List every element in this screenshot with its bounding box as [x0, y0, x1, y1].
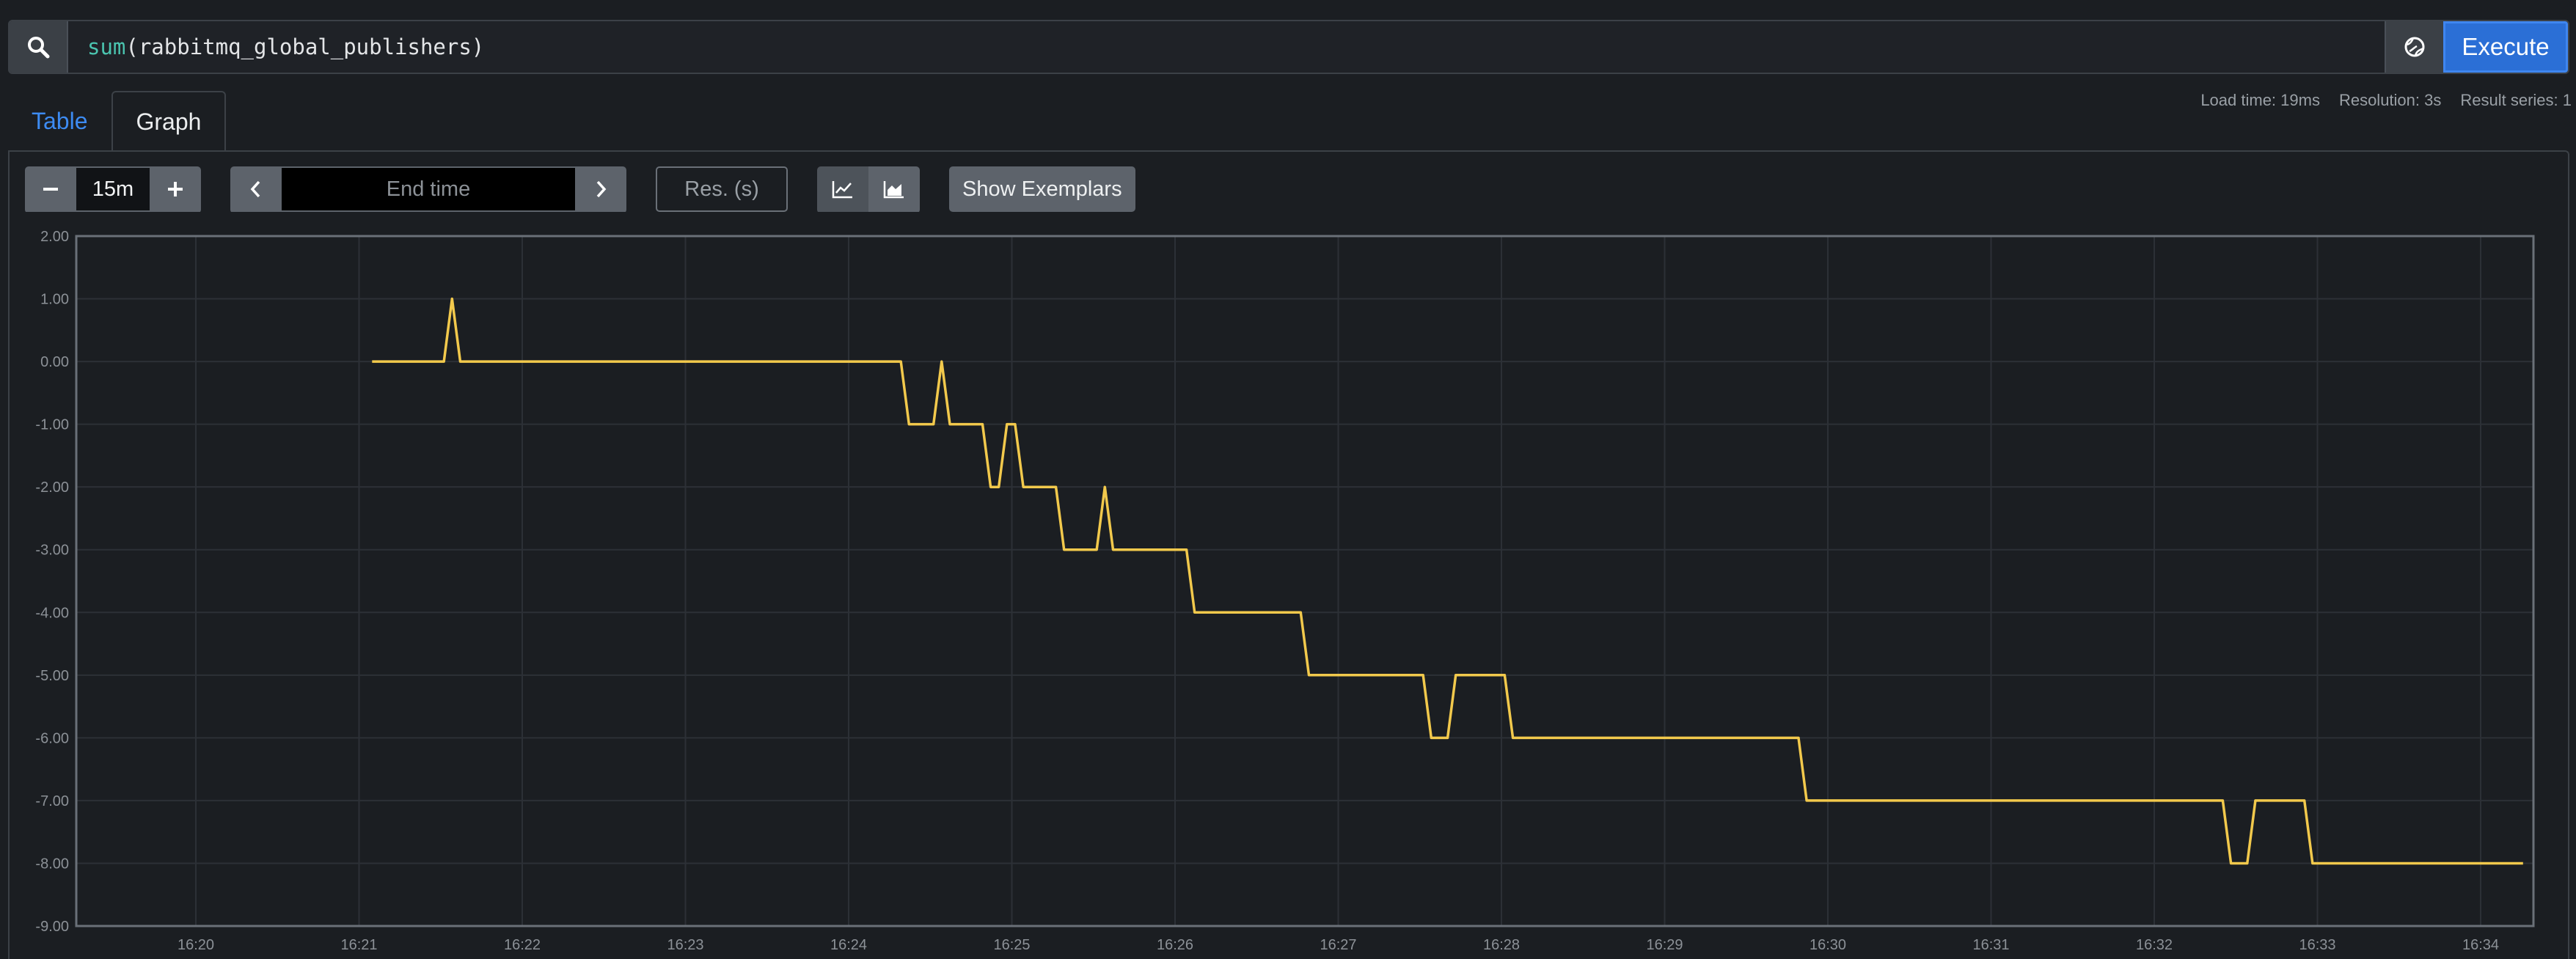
series-line	[372, 297, 2523, 865]
y-tick-label: -3.00	[35, 543, 69, 559]
x-tick-label: 16:25	[993, 937, 1030, 953]
y-tick-label: -5.00	[35, 668, 69, 684]
x-tick-label: 16:24	[830, 937, 867, 953]
y-tick-label: -9.00	[35, 919, 69, 935]
y-tick-label: -4.00	[35, 605, 69, 621]
x-tick-label: 16:23	[667, 937, 703, 953]
x-tick-label: 16:26	[1157, 937, 1193, 953]
y-tick-label: -6.00	[35, 730, 69, 746]
x-tick-label: 16:21	[340, 937, 377, 953]
x-tick-label: 16:28	[1483, 937, 1520, 953]
x-tick-label: 16:31	[1972, 937, 2009, 953]
y-tick-label: 0.00	[40, 354, 69, 370]
y-tick-label: -1.00	[35, 417, 69, 433]
x-tick-label: 16:33	[2299, 937, 2335, 953]
graph-chart: 2.00 1.00 0.00 -1.00 -2.00 -3.00 -4.00 -5.00 -6.…	[35, 229, 2535, 953]
x-tick-label: 16:30	[1810, 937, 1846, 953]
y-tick-label: 1.00	[40, 292, 69, 308]
y-tick-label: 2.00	[40, 229, 69, 245]
y-tick-label: -8.00	[35, 856, 69, 872]
x-tick-label: 16:32	[2136, 937, 2173, 953]
x-tick-label: 16:34	[2462, 937, 2499, 953]
x-tick-label: 16:20	[178, 937, 214, 953]
x-tick-label: 16:22	[504, 937, 541, 953]
y-tick-label: -7.00	[35, 793, 69, 809]
x-tick-label: 16:27	[1320, 937, 1356, 953]
y-axis-labels: 2.00 1.00 0.00 -1.00 -2.00 -3.00 -4.00 -5.00 -6.…	[35, 229, 69, 935]
plot-area-border	[75, 235, 2535, 927]
x-tick-label: 16:29	[1646, 937, 1683, 953]
y-tick-label: -2.00	[35, 479, 69, 496]
x-axis-labels: 16:20 16:21 16:22 16:23 16:24 16:25 16:26 16:27…	[178, 937, 2499, 953]
chart-grid	[76, 235, 2533, 927]
